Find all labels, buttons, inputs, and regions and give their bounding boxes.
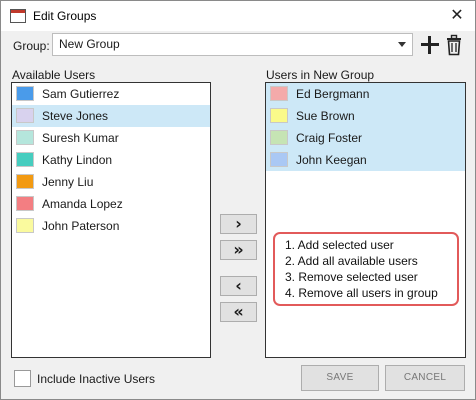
include-inactive-label: Include Inactive Users — [37, 372, 156, 386]
user-color-swatch — [270, 152, 288, 167]
list-item[interactable]: Craig Foster — [266, 127, 465, 149]
user-color-swatch — [270, 130, 288, 145]
cancel-button[interactable]: CANCEL — [385, 365, 465, 391]
list-item[interactable]: Sam Gutierrez — [12, 83, 210, 105]
remove-all-button[interactable]: « — [220, 302, 257, 322]
user-name: Ed Bergmann — [296, 87, 370, 101]
user-color-swatch — [16, 130, 34, 145]
delete-group-button[interactable] — [444, 34, 464, 56]
add-all-button[interactable]: » — [220, 240, 257, 260]
list-item[interactable]: Ed Bergmann — [266, 83, 465, 105]
user-name: Sam Gutierrez — [42, 87, 120, 101]
callout-line: 2. Add all available users — [285, 254, 418, 268]
user-color-swatch — [16, 152, 34, 167]
group-users-label: Users in New Group — [266, 68, 375, 82]
window-title: Edit Groups — [33, 9, 97, 23]
user-color-swatch — [16, 196, 34, 211]
cancel-button-label: CANCEL — [403, 372, 447, 383]
user-color-swatch — [16, 108, 34, 123]
add-selected-button[interactable]: › — [220, 214, 257, 234]
available-users-list[interactable]: Sam Gutierrez Steve Jones Suresh Kumar Kath… — [11, 82, 211, 358]
list-item[interactable]: John Paterson — [12, 215, 210, 237]
close-icon: ✕ — [450, 7, 464, 24]
callout-line: 4. Remove all users in group — [285, 286, 438, 300]
user-name: John Paterson — [42, 219, 120, 233]
available-users-label: Available Users — [12, 68, 96, 82]
callout-line: 1. Add selected user — [285, 238, 394, 252]
edit-groups-dialog: Edit Groups ✕ Group: New Group Available… — [0, 0, 476, 400]
group-dropdown[interactable]: New Group — [52, 33, 413, 56]
chevron-left-icon: ‹ — [235, 276, 242, 295]
user-name: Amanda Lopez — [42, 197, 123, 211]
user-name: Sue Brown — [296, 109, 355, 123]
app-logo-icon — [10, 9, 26, 23]
chevron-down-icon — [398, 42, 406, 47]
user-color-swatch — [16, 174, 34, 189]
chevron-right-icon: › — [235, 214, 242, 233]
list-item[interactable]: Suresh Kumar — [12, 127, 210, 149]
list-item[interactable]: Sue Brown — [266, 105, 465, 127]
user-name: Suresh Kumar — [42, 131, 119, 145]
list-item[interactable]: John Keegan — [266, 149, 465, 171]
user-color-swatch — [270, 86, 288, 101]
title-bar: Edit Groups ✕ — [1, 1, 475, 31]
save-button[interactable]: SAVE — [301, 365, 379, 391]
trash-icon — [447, 34, 461, 56]
user-name: Jenny Liu — [42, 175, 94, 189]
include-inactive-checkbox[interactable] — [14, 370, 31, 387]
remove-selected-button[interactable]: ‹ — [220, 276, 257, 296]
double-chevron-right-icon: » — [233, 240, 244, 259]
callout-line: 3. Remove selected user — [285, 270, 418, 284]
help-callout: 1. Add selected user 2. Add all availabl… — [273, 232, 459, 306]
user-name: John Keegan — [296, 153, 367, 167]
save-button-label: SAVE — [326, 372, 354, 383]
list-item[interactable]: Kathy Lindon — [12, 149, 210, 171]
user-name: Craig Foster — [296, 131, 363, 145]
list-item[interactable]: Amanda Lopez — [12, 193, 210, 215]
group-label: Group: — [13, 39, 50, 53]
user-name: Steve Jones — [42, 109, 109, 123]
list-item[interactable]: Steve Jones — [12, 105, 210, 127]
list-item[interactable]: Jenny Liu — [12, 171, 210, 193]
group-selected-value: New Group — [59, 37, 120, 51]
user-color-swatch — [16, 86, 34, 101]
user-color-swatch — [16, 218, 34, 233]
group-users-list[interactable]: Ed Bergmann Sue Brown Craig Foster John Kee… — [265, 82, 466, 358]
double-chevron-left-icon: « — [233, 302, 244, 321]
user-name: Kathy Lindon — [42, 153, 113, 167]
user-color-swatch — [270, 108, 288, 123]
close-button[interactable]: ✕ — [447, 6, 467, 26]
add-group-button[interactable] — [419, 34, 441, 56]
